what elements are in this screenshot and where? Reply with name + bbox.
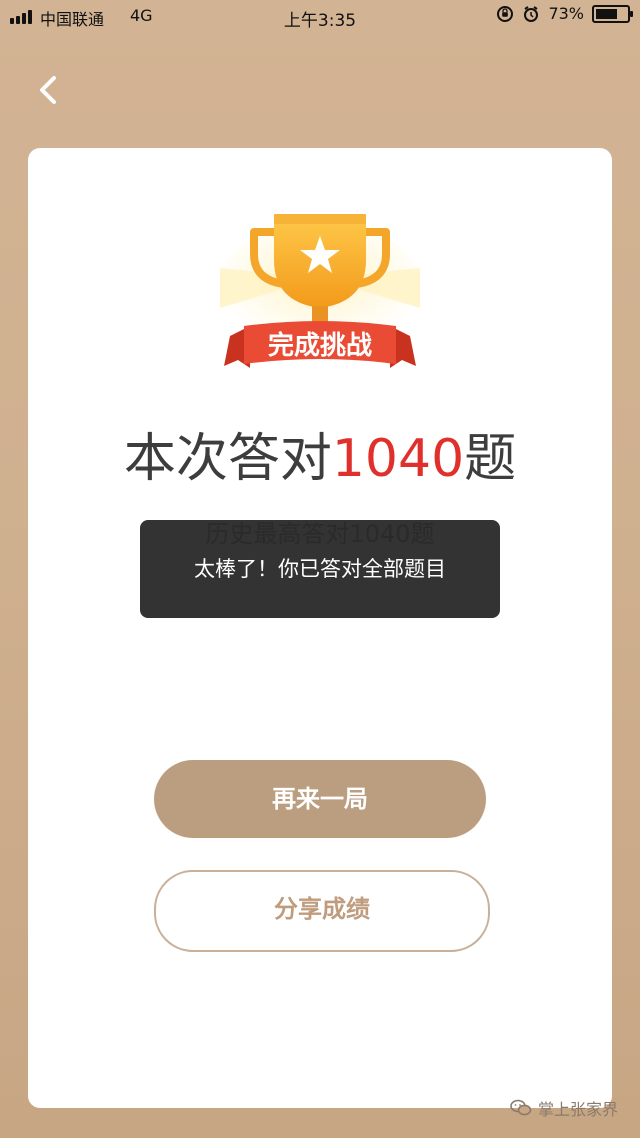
battery-level [596,8,617,19]
headline-suffix: 题 [464,429,517,489]
back-button[interactable] [28,62,72,116]
status-bar: 中国联通 4G 上午3:35 73% [0,0,640,34]
replay-button[interactable]: 再来一局 [154,760,486,838]
headline: 本次答对1040题 [28,428,612,490]
alarm-icon [524,5,539,22]
chevron-left-icon [40,76,56,104]
correct-count: 1040 [331,429,465,489]
wechat-icon [510,1099,532,1116]
orientation-lock-icon [497,5,514,22]
battery-percent: 73% [548,4,584,23]
battery-icon [592,4,633,23]
trophy-icon: 完成挑战 [220,214,420,368]
badge-label: 完成挑战 [268,330,372,361]
share-button[interactable]: 分享成绩 [154,870,490,952]
headline-prefix: 本次答对 [123,429,332,489]
toast-message: 太棒了！你已答对全部题目 [140,520,500,618]
result-card: 完成挑战 本次答对1040题 历史最高答对1040题 太棒了！你已答对全部题目 … [28,148,612,1108]
status-icons: 73% [496,4,633,23]
watermark: 掌上张家界 [510,1096,618,1120]
watermark-label: 掌上张家界 [537,1100,618,1119]
